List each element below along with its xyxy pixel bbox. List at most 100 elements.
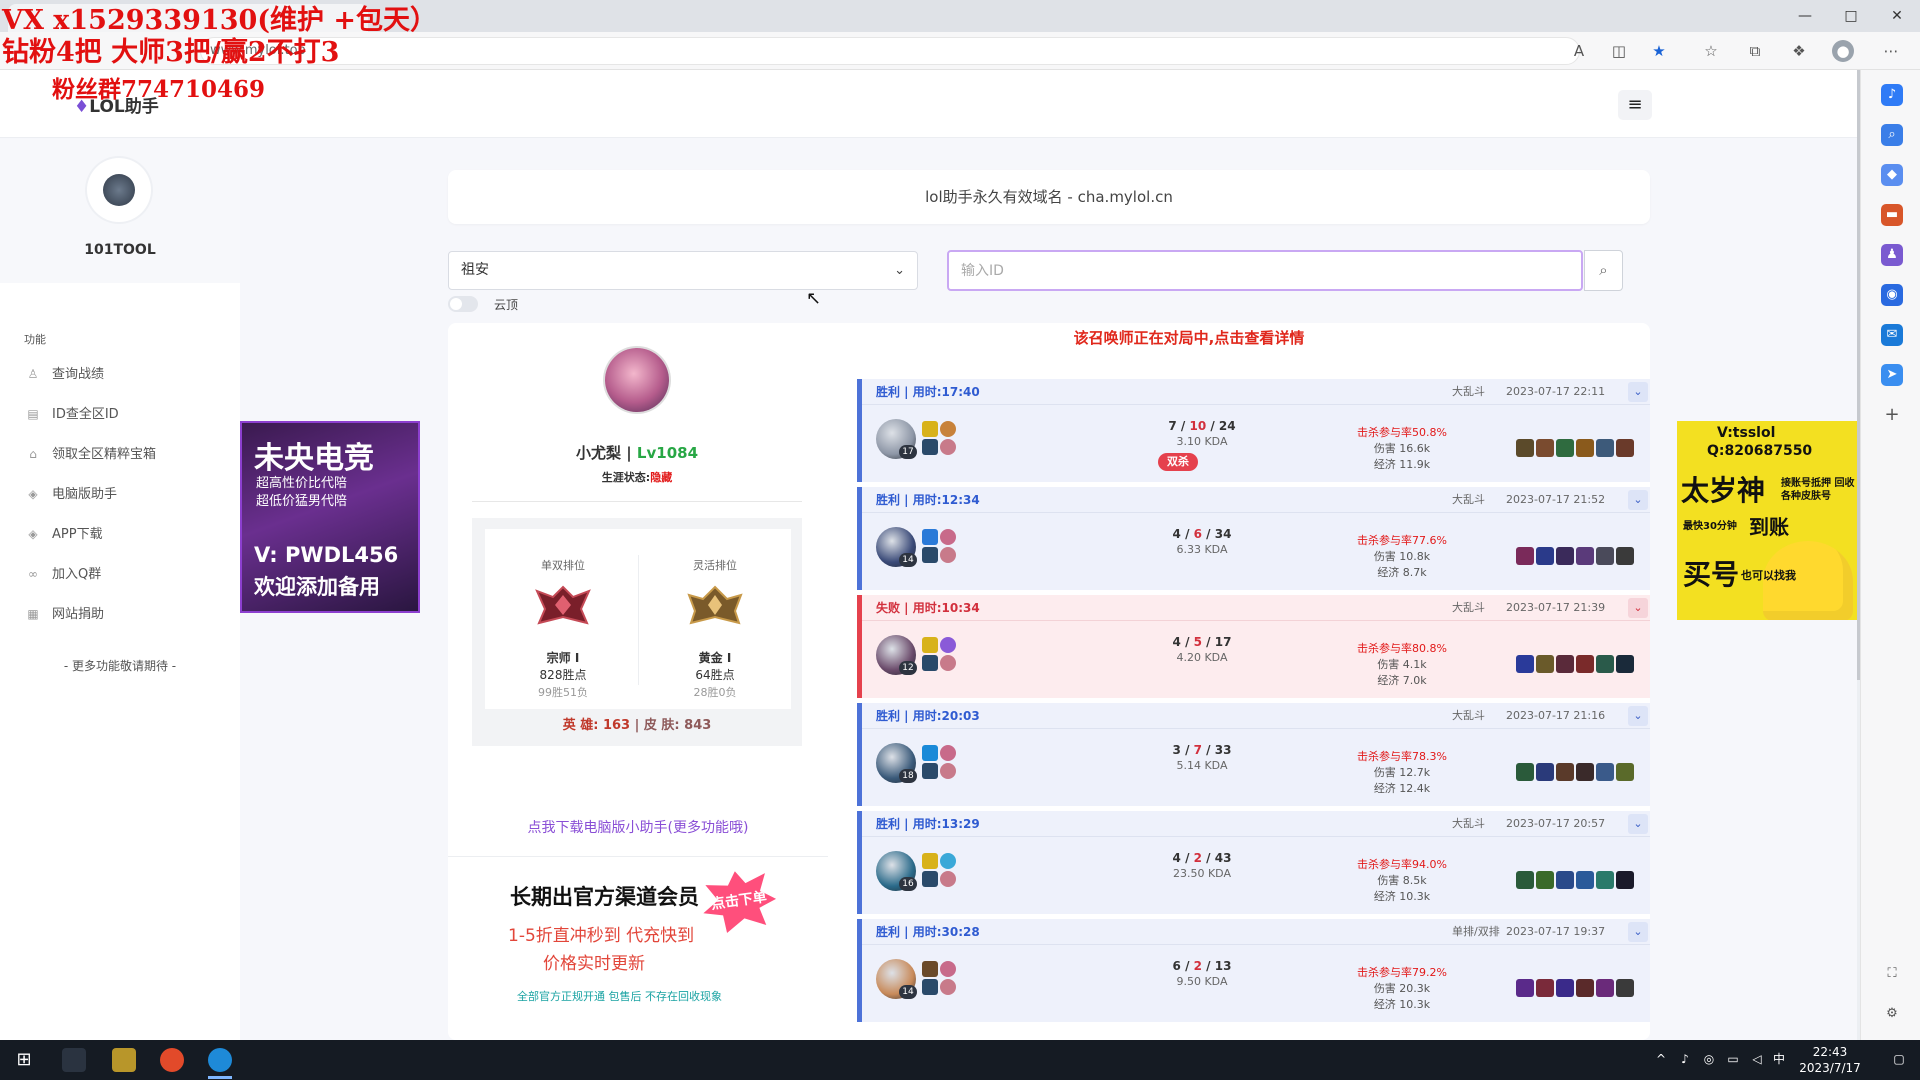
match-card[interactable]: 胜利 | 用时:17:40 大乱斗 2023-07-17 22:11 ⌄ 17 7 / 1… [857,379,1650,482]
sidebar-item-app-download[interactable]: ◈ APP下载 [24,522,224,546]
region-value: 祖安 [461,262,489,278]
gold: 经济 8.7k [1377,566,1427,579]
solo-rank-winloss: 99胜51负 [538,686,588,699]
item-icon [1576,763,1594,781]
sidebar-item-query-record[interactable]: ♙ 查询战绩 [24,362,224,386]
outlook-icon[interactable]: ✉ [1881,324,1903,346]
game-icon[interactable]: ♟ [1881,244,1903,266]
expand-chevron-icon[interactable]: ⌄ [1628,382,1648,402]
match-card[interactable]: 胜利 | 用时:20:03 大乱斗 2023-07-17 21:16 ⌄ 18 3 / 7… [857,703,1650,806]
item-build [1516,655,1636,673]
office-icon[interactable]: ◉ [1881,284,1903,306]
system-clock[interactable]: 22:43 2023/7/17 [1785,1044,1875,1076]
avatar-image [103,174,135,206]
sidebar-item-join-qq[interactable]: ∞ 加入Q群 [24,562,224,586]
collections-icon[interactable]: ⧉ [1744,40,1766,62]
expand-chevron-icon[interactable]: ⌄ [1628,814,1648,834]
download-pc-link[interactable]: 点我下载电脑版小助手(更多功能哦) [448,817,828,837]
match-result: 胜利 | 用时:13:29 [876,817,980,831]
match-date: 2023-07-17 20:57 [1506,817,1606,830]
maximize-button[interactable]: □ [1828,0,1874,32]
network-icon[interactable]: ▭ [1724,1050,1742,1068]
left-ad-banner[interactable]: 未央电竞 超高性价比代陪 超低价猛男代陪 V: PWDL456 欢迎添加备用 [240,421,420,613]
rune-icon [940,547,956,563]
vip-ad-line: 1-5折直冲秒到 代充快到 [508,926,695,946]
add-icon[interactable]: + [1881,404,1903,426]
tag-icon[interactable]: ◆ [1881,164,1903,186]
windows-start-icon[interactable]: ⊞ [12,1048,36,1072]
match-header: 胜利 | 用时:20:03 大乱斗 2023-07-17 21:16 ⌄ [862,703,1650,729]
summoner-spell-icon [940,853,956,869]
item-icon [1596,871,1614,889]
read-aloud-icon[interactable]: A [1568,40,1590,62]
expand-chevron-icon[interactable]: ⌄ [1628,490,1648,510]
gold: 经济 12.4k [1373,782,1431,795]
expand-chevron-icon[interactable]: ⌄ [1628,706,1648,726]
vip-ad-note: 全部官方正规开通 包售后 不存在回收现象 [517,990,722,1003]
in-game-notice[interactable]: 该召唤师正在对局中,点击查看详情 [448,327,1650,348]
item-build [1516,439,1636,457]
rune-icon [922,979,938,995]
minimize-button[interactable]: — [1782,0,1828,32]
settings-gear-icon[interactable]: ⚙ [1881,1003,1903,1025]
volume-icon[interactable]: ◁ [1748,1050,1766,1068]
split-screen-icon[interactable]: ◫ [1608,40,1630,62]
match-card[interactable]: 失败 | 用时:10:34 大乱斗 2023-07-17 21:39 ⌄ 12 4 / 5… [857,595,1650,698]
edge-browser-icon[interactable] [208,1048,232,1072]
toolbox-icon[interactable]: ▬ [1881,204,1903,226]
tray-chevron-icon[interactable]: ^ [1652,1050,1670,1068]
region-select[interactable]: 祖安 ⌄ [448,251,918,290]
bell-icon[interactable]: ♪ [1881,84,1903,106]
hamburger-icon: ≡ [1627,94,1643,115]
favorite-star-icon[interactable]: ★ [1648,40,1670,62]
item-icon [1556,439,1574,457]
avatar[interactable] [87,158,151,222]
expand-chevron-icon[interactable]: ⌄ [1628,922,1648,942]
sidebar-item-essence-chest[interactable]: ⌂ 领取全区精粹宝箱 [24,442,224,466]
profile-avatar-icon[interactable]: ● [1832,40,1854,62]
match-card[interactable]: 胜利 | 用时:30:28 单排/双排 2023-07-17 19:37 ⌄ 14 6 /… [857,919,1650,1022]
sidebar-item-id-search[interactable]: ▤ ID查全区ID [24,402,224,426]
layers-icon: ◈ [28,487,38,501]
vip-ad-title[interactable]: 长期出官方渠道会员 [510,881,699,911]
match-header: 失败 | 用时:10:34 大乱斗 2023-07-17 21:39 ⌄ [862,595,1650,621]
screenshot-icon[interactable]: ⛶ [1881,963,1903,985]
sidebar-item-pc-helper[interactable]: ◈ 电脑版助手 [24,482,224,506]
summoner-spell-icon [922,961,938,977]
match-header: 胜利 | 用时:17:40 大乱斗 2023-07-17 22:11 ⌄ [862,379,1650,405]
deaths: 6 [1193,527,1202,541]
menu-button[interactable]: ≡ [1618,90,1652,120]
expand-chevron-icon[interactable]: ⌄ [1628,598,1648,618]
toggle-knob [450,298,462,310]
kills: 3 [1172,743,1181,757]
summoner-name: 小尤梨 | Lv1084 [472,442,802,463]
sidebar-item-donate[interactable]: ▦ 网站捐助 [24,602,224,626]
match-date: 2023-07-17 21:39 [1506,601,1606,614]
assists: 24 [1218,419,1236,433]
search-button[interactable]: ⌕ [1584,250,1623,291]
send-icon[interactable]: ➤ [1881,364,1903,386]
sidebar-item-label: 加入Q群 [52,567,102,582]
favorites-icon[interactable]: ☆ [1700,40,1722,62]
id-search-input[interactable] [947,250,1583,291]
match-card[interactable]: 胜利 | 用时:12:34 大乱斗 2023-07-17 21:52 ⌄ 14 4 / 6… [857,487,1650,590]
ad-line: 到账 [1749,515,1789,539]
summoner-spell-icon [940,637,956,653]
scrollbar-thumb[interactable] [1857,70,1860,680]
tray-app-icon[interactable]: ◎ [1700,1050,1718,1068]
right-ad-banner[interactable]: V:tsslol Q:820687550 太岁神 接账号抵押 回收各种皮肤号 最… [1677,421,1857,620]
microphone-icon[interactable]: ♪ [1676,1050,1694,1068]
match-card[interactable]: 胜利 | 用时:13:29 大乱斗 2023-07-17 20:57 ⌄ 16 4 / 2… [857,811,1650,914]
notification-icon[interactable]: ▢ [1890,1050,1908,1068]
search-icon[interactable]: ⌕ [1881,124,1903,146]
address-bar[interactable] [200,37,1580,65]
league-client-icon[interactable] [112,1048,136,1072]
ad-title: 太岁神 [1681,474,1766,507]
sidebar-item-label: 电脑版助手 [52,487,118,502]
app-icon[interactable] [62,1048,86,1072]
browser-app-icon[interactable] [160,1048,184,1072]
solo-rank-tier: 宗师 I [546,651,580,665]
close-button[interactable]: ✕ [1874,0,1920,32]
more-options-icon[interactable]: ⋯ [1880,40,1902,62]
extensions-icon[interactable]: ❖ [1788,40,1810,62]
